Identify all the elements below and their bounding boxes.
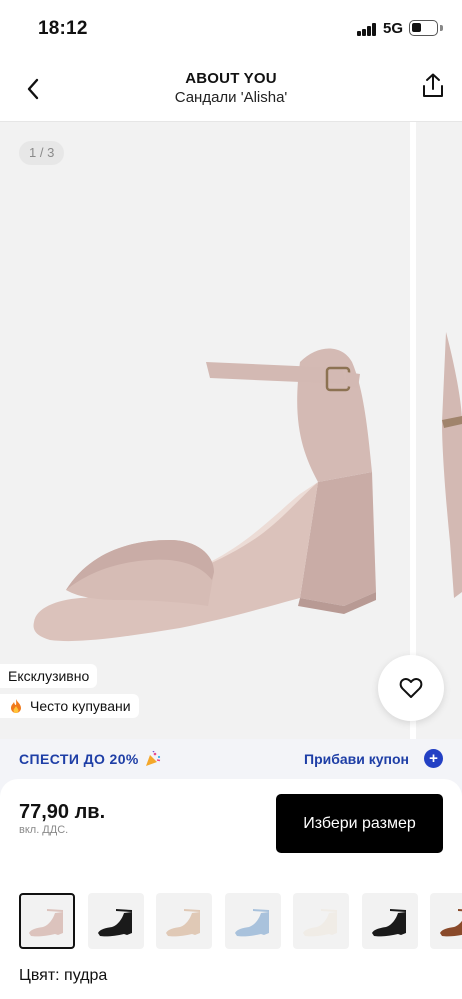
battery-tip	[440, 25, 443, 31]
product-name: Сандали 'Alisha'	[174, 89, 288, 106]
share-icon	[423, 73, 443, 97]
wishlist-button[interactable]	[378, 655, 444, 721]
color-variant-thumb[interactable]	[224, 893, 281, 949]
color-variant-thumb[interactable]	[87, 893, 144, 949]
battery-icon	[409, 20, 438, 36]
status-time: 18:12	[38, 18, 88, 39]
signal-icon	[357, 23, 377, 36]
product-image[interactable]: 1 / 3 Ексклузивно Често купувани	[0, 122, 410, 739]
sandal-thumb-icon	[440, 909, 462, 937]
sandal-image-partial	[442, 332, 462, 598]
sandal-thumb-icon	[303, 909, 337, 937]
status-bar: 18:12 5G	[0, 0, 462, 56]
select-size-button[interactable]: Избери размер	[276, 794, 443, 853]
header: ABOUT YOU Сандали 'Alisha'	[0, 56, 462, 122]
coupon-row: СПЕСТИ ДО 20% Прибави купон +	[0, 739, 462, 779]
add-coupon-plus-icon[interactable]: +	[424, 749, 443, 768]
color-variants	[19, 893, 462, 951]
purchase-panel: СПЕСТИ ДО 20% Прибави купон + 77,90 лв. …	[0, 739, 462, 999]
vat-note: вкл. ДДС.	[19, 824, 69, 836]
sandal-thumb-icon	[234, 909, 269, 937]
price: 77,90 лв.	[19, 801, 106, 823]
next-product-image[interactable]	[416, 122, 462, 739]
color-variant-thumb[interactable]	[156, 893, 212, 949]
sandal-thumb-icon	[29, 909, 63, 937]
party-popper-icon	[146, 751, 161, 766]
add-coupon-link[interactable]: Прибави купон	[304, 751, 409, 767]
network-type: 5G	[383, 20, 404, 37]
exclusive-badge: Ексклузивно	[0, 664, 98, 688]
color-variant-thumb[interactable]	[19, 893, 75, 949]
popular-badge: Често купувани	[0, 694, 139, 718]
image-counter: 1 / 3	[19, 141, 65, 165]
color-label: Цвят: пудра	[19, 967, 108, 984]
brand-title: ABOUT YOU	[185, 70, 277, 87]
price-card: 77,90 лв. вкл. ДДС. Избери размер Цвят: …	[0, 779, 462, 999]
coupon-promo: СПЕСТИ ДО 20%	[19, 751, 161, 767]
color-variant-thumb[interactable]	[361, 893, 418, 949]
color-variant-thumb[interactable]	[430, 893, 462, 949]
product-gallery[interactable]: 1 / 3 Ексклузивно Често купувани	[0, 122, 462, 739]
popular-badge-label: Често купувани	[30, 698, 131, 714]
color-variant-thumb[interactable]	[293, 893, 349, 949]
sandal-thumb-icon	[97, 909, 132, 937]
fire-icon	[11, 699, 21, 713]
sandal-image	[33, 348, 376, 642]
heart-icon	[399, 678, 423, 698]
coupon-promo-text: СПЕСТИ ДО 20%	[19, 751, 139, 767]
share-button[interactable]	[418, 70, 448, 102]
sandal-thumb-icon	[371, 909, 406, 937]
sandal-thumb-icon	[166, 909, 200, 937]
